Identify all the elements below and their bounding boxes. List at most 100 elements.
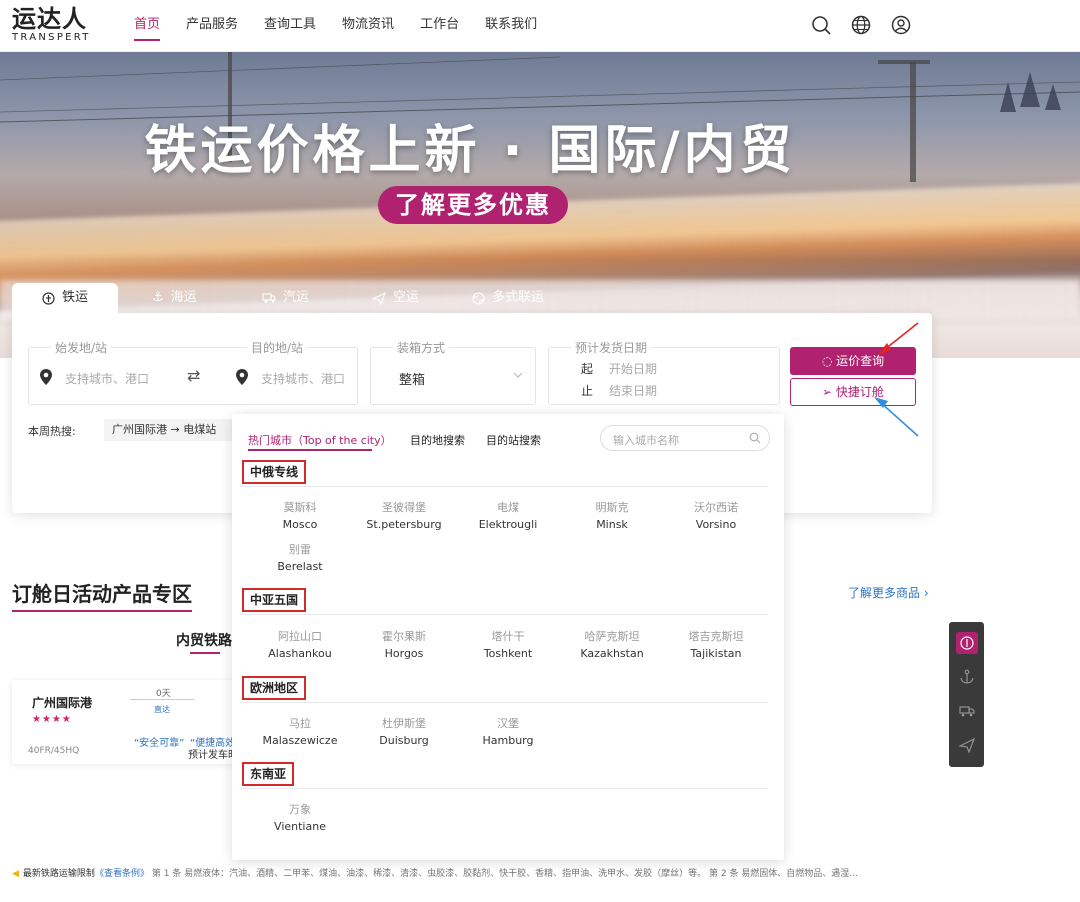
side-sea-button[interactable] [956, 666, 978, 688]
anchor-icon [960, 669, 974, 684]
brand-logo[interactable]: 运达人 TRANSPERT [12, 6, 92, 46]
city-name-en: Malaszewicze [262, 734, 338, 747]
chevron-right-icon: › [923, 586, 929, 600]
date-start-label: 起 [581, 362, 594, 376]
card-tag-safe: “安全可靠” [134, 738, 185, 749]
megaphone-icon: ◀ [12, 869, 19, 879]
city-name-en: St.petersburg [366, 518, 442, 531]
search-icon[interactable] [810, 14, 832, 36]
city-name-en: Kazakhstan [580, 647, 644, 660]
nav-products[interactable]: 产品服务 [186, 0, 238, 52]
user-icon[interactable] [890, 14, 912, 36]
city-name-en: Toshkent [483, 647, 533, 660]
city-item[interactable]: 沃尔西诺 Vorsino [666, 500, 766, 534]
nav-workbench[interactable]: 工作台 [420, 0, 459, 52]
side-quick-toolbar [949, 622, 984, 767]
city-name-en: Horgos [384, 647, 424, 660]
tab-sea[interactable]: ⚓ 海运 [152, 283, 197, 313]
hot-search-chip[interactable]: 广州国际港 → 电煤站 [104, 419, 246, 441]
city-name-en: Berelast [277, 560, 323, 573]
truck-icon [262, 293, 276, 303]
city-name-en: Minsk [596, 518, 628, 531]
brand-name-cn: 运达人 [12, 5, 87, 33]
rate-query-button[interactable]: ◌ 运价查询 [790, 347, 916, 375]
city-item[interactable]: 塔什干 Toshkent [458, 629, 558, 663]
swap-route-icon[interactable]: ⇄ [187, 366, 200, 385]
brand-name-en: TRANSPERT [12, 32, 91, 43]
dd-tab-destination-search[interactable]: 目的地搜索 [410, 432, 465, 448]
tab-air-label: 空运 [393, 290, 420, 305]
group-title-china-russia: 中俄专线 [242, 460, 307, 484]
ticker-rules-link[interactable]: 《查看条例》 [95, 869, 149, 879]
side-road-button[interactable] [956, 700, 978, 722]
card-route-line [130, 699, 194, 700]
tab-air[interactable]: 空运 [372, 283, 419, 313]
card-container-spec: 40FR/45HQ [28, 746, 80, 756]
destination-label: 目的地/站 [247, 339, 308, 356]
quick-booking-button[interactable]: ➢ 快捷订舱 [790, 378, 916, 406]
globe-icon[interactable] [850, 14, 872, 36]
nav-query-tools[interactable]: 查询工具 [264, 0, 316, 52]
city-search-input[interactable]: 输入城市名称 [600, 425, 770, 451]
side-air-button[interactable] [956, 734, 978, 756]
group-divider [240, 702, 768, 703]
nav-logistics-news[interactable]: 物流资讯 [342, 0, 394, 52]
section-title: 订舱日活动产品专区 [12, 582, 192, 606]
tab-rail-label: 铁运 [61, 290, 88, 305]
card-port: 广州国际港 [32, 696, 93, 710]
container-type-select[interactable]: 装箱方式 整箱 [370, 339, 536, 405]
city-item[interactable]: 霍尔果斯 Horgos [354, 629, 454, 663]
city-item[interactable]: 莫斯科 Mosco [250, 500, 350, 534]
group-title-europe: 欧洲地区 [242, 676, 307, 700]
more-products-link[interactable]: 了解更多商品 › [848, 584, 929, 601]
group-title-central-asia: 中亚五国 [242, 588, 307, 612]
city-name-cn: 明斯克 [595, 501, 629, 514]
city-item[interactable]: 杜伊斯堡 Duisburg [354, 716, 454, 750]
city-item[interactable]: 阿拉山口 Alashankou [250, 629, 350, 663]
city-item[interactable]: 电煤 Elektrougli [458, 500, 558, 534]
search-icon: ◌ [821, 354, 837, 368]
card-rating-stars: ★★★★ [32, 714, 72, 725]
rate-query-label: 运价查询 [836, 354, 885, 368]
banner-cta-button[interactable]: 了解更多优惠 [378, 186, 568, 224]
origin-input[interactable]: 支持城市、港口 [65, 370, 149, 387]
date-end-input[interactable]: 结束日期 [609, 382, 657, 399]
dd-tab-station-search[interactable]: 目的站搜索 [486, 432, 541, 448]
tab-multimodal[interactable]: 多式联运 [472, 283, 544, 313]
search-icon [749, 432, 761, 444]
city-item[interactable]: 马拉 Malaszewicze [250, 716, 350, 750]
tab-rail[interactable]: 铁运 [12, 283, 118, 313]
truck-icon [959, 706, 975, 717]
nav-home[interactable]: 首页 [134, 0, 161, 52]
city-item[interactable]: 圣彼得堡 St.petersburg [354, 500, 454, 534]
city-picker-dropdown: 热门城市（Top of the city） 目的地搜索 目的站搜索 输入城市名称… [232, 414, 784, 860]
city-item[interactable]: 汉堡 Hamburg [458, 716, 558, 750]
send-icon: ➢ [822, 385, 836, 399]
city-name-cn: 汉堡 [497, 717, 519, 730]
rail-icon [960, 636, 974, 650]
product-card[interactable]: 广州国际港 ★★★★ 0天 直达 “安全可靠” “便捷高效” 40FR/45HQ… [12, 680, 242, 764]
city-name-cn: 马拉 [289, 717, 311, 730]
date-start-input[interactable]: 开始日期 [609, 360, 657, 377]
sub-tab-domestic-rail[interactable]: 内贸铁路 [176, 630, 232, 650]
card-direct-label: 直达 [154, 705, 170, 714]
city-search-placeholder: 输入城市名称 [613, 434, 679, 447]
nav-contact[interactable]: 联系我们 [485, 0, 537, 52]
dd-tab-hot-cities[interactable]: 热门城市（Top of the city） [248, 432, 392, 448]
origin-label: 始发地/站 [51, 339, 112, 356]
city-name-en: Duisburg [379, 734, 429, 747]
city-name-cn: 万象 [289, 803, 311, 816]
group-title-southeast-asia: 东南亚 [242, 762, 295, 786]
city-item[interactable]: 哈萨克斯坦 Kazakhstan [562, 629, 662, 663]
side-rail-button[interactable] [956, 632, 978, 654]
section-title-underline [12, 610, 192, 612]
city-name-cn: 塔吉克斯坦 [688, 630, 744, 643]
destination-input[interactable]: 支持城市、港口 [261, 370, 345, 387]
city-item[interactable]: 万象 Vientiane [250, 802, 350, 836]
tab-road[interactable]: 汽运 [262, 283, 309, 313]
city-item[interactable]: 明斯克 Minsk [562, 500, 662, 534]
location-pin-icon [40, 369, 52, 385]
city-name-cn: 电煤 [497, 501, 519, 514]
city-item[interactable]: 别雷 Berelast [250, 542, 350, 576]
city-item[interactable]: 塔吉克斯坦 Tajikistan [666, 629, 766, 663]
